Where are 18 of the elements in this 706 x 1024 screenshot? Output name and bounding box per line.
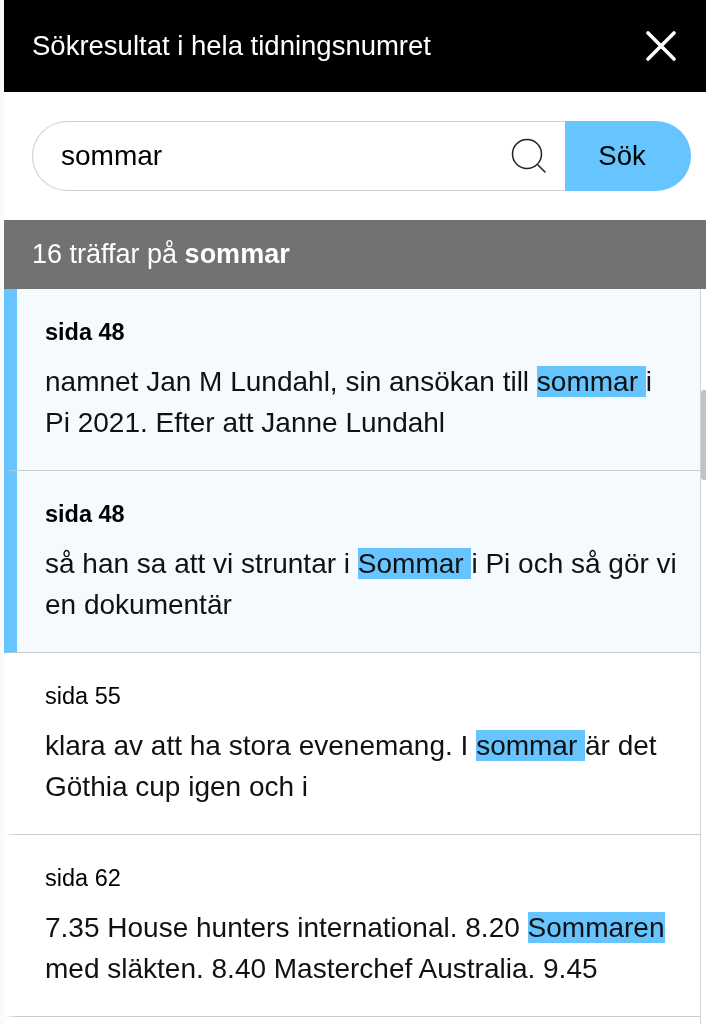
result-snippet: namnet Jan M Lundahl, sin ansökan till sommar i Pi 2021. Efter att Janne Lundahl [45,365,653,440]
result-snippet: 7.35 House hunters international. 8.20 Sommaren med släkten. 8.40 Masterchef Australia. 9.45 [45,911,666,986]
scrollbar-thumb[interactable] [701,390,706,480]
page-label: sida 62 [45,864,122,893]
result-snippet: så han sa att vi struntar i Sommar i Pi och så gör vi en dokumentär [45,547,677,622]
page-label: sida 48 [45,500,126,529]
close-button[interactable] [644,29,678,63]
page-label: sida 55 [45,682,122,711]
search-input[interactable]: sommar [32,121,565,191]
results-count-text: 16 träffar på sommar [32,239,290,270]
page-label: sida 48 [45,318,126,347]
search-result-item[interactable]: sida 48 namnet Jan M Lundahl, sin ansökan till sommar i Pi 2021. Efter att Janne Lundahl [4,289,700,471]
dialog-title: Sökresultat i hela tidningsnumret [32,30,431,62]
close-icon [646,31,676,61]
search-button[interactable]: Sök [565,121,691,191]
result-snippet: klara av att ha stora evenemang. I sommar är det Göthia cup igen och i [45,729,658,804]
search-icon [511,138,547,174]
search-result-item[interactable]: sida 48 så han sa att vi struntar i Sommar i Pi och så gör vi en dokumentär [4,471,700,653]
